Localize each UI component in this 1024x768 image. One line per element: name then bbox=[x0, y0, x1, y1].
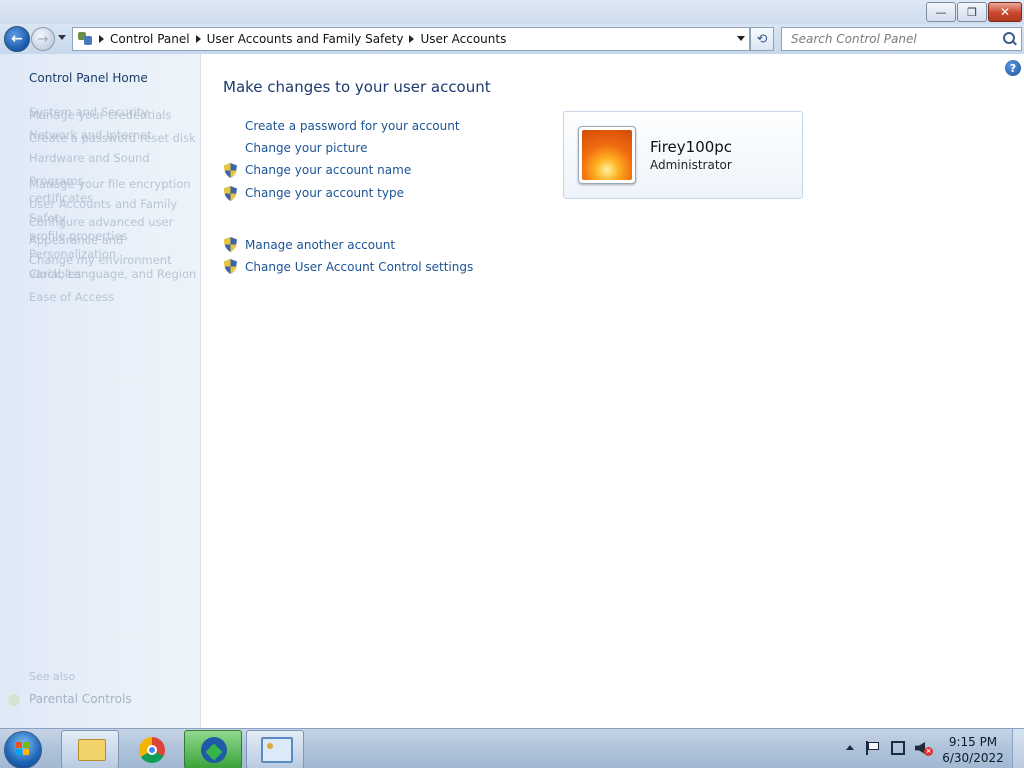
control-panel-home-link[interactable]: Control Panel Home bbox=[29, 71, 148, 85]
minimize-button[interactable]: — bbox=[926, 2, 956, 22]
clock-date[interactable]: 6/30/2022 bbox=[938, 751, 1008, 765]
ghost-link: Manage your file encryption bbox=[29, 177, 191, 191]
taskbar-control-panel-button[interactable] bbox=[246, 730, 304, 768]
taskbar: × 9:15 PM 6/30/2022 bbox=[0, 728, 1024, 768]
address-history-dropdown-icon[interactable] bbox=[737, 36, 745, 41]
title-bar: — ❐ ✕ bbox=[0, 0, 1024, 24]
manage-another-account-link[interactable]: Manage another account bbox=[245, 238, 395, 252]
show-desktop-button[interactable] bbox=[1012, 729, 1024, 768]
breadcrumb-user-accounts[interactable]: User Accounts bbox=[420, 32, 506, 46]
close-button[interactable]: ✕ bbox=[988, 2, 1022, 22]
search-box[interactable] bbox=[781, 27, 1022, 51]
taskbar-chrome-button[interactable] bbox=[122, 730, 180, 768]
uac-shield-icon bbox=[224, 163, 237, 178]
control-panel-icon bbox=[261, 737, 293, 763]
action-center-flag-icon[interactable] bbox=[866, 741, 879, 755]
breadcrumb-separator-icon[interactable] bbox=[99, 35, 104, 43]
forward-arrow-icon: → bbox=[37, 31, 49, 47]
control-panel-icon bbox=[77, 31, 93, 47]
ghost-link: Change my environment bbox=[29, 253, 172, 267]
uac-shield-icon bbox=[224, 259, 237, 274]
volume-muted-icon: × bbox=[924, 747, 933, 756]
ghost-link: Hardware and Sound bbox=[29, 151, 150, 165]
user-account-tile: Firey100pc Administrator bbox=[563, 111, 803, 199]
see-also-heading: See also bbox=[29, 670, 76, 683]
navigation-bar: ← → Control Panel User Accounts and Fami… bbox=[0, 24, 1024, 54]
ghost-link: Clock, Language, and Region bbox=[29, 267, 197, 281]
breadcrumb-separator-icon[interactable] bbox=[409, 35, 415, 43]
user-name: Firey100pc bbox=[650, 138, 733, 156]
refresh-button[interactable]: ⟲ bbox=[750, 27, 774, 51]
user-role: Administrator bbox=[650, 158, 732, 172]
ghost-link: Create a password reset disk bbox=[29, 131, 196, 145]
chrome-icon bbox=[139, 737, 165, 763]
search-icon[interactable] bbox=[1003, 32, 1015, 44]
user-avatar bbox=[578, 126, 636, 184]
taskbar-explorer-button[interactable] bbox=[61, 730, 119, 768]
change-picture-link[interactable]: Change your picture bbox=[245, 141, 367, 155]
clock-time[interactable]: 9:15 PM bbox=[938, 735, 1008, 749]
network-icon[interactable] bbox=[891, 741, 905, 755]
folder-icon bbox=[78, 739, 106, 761]
address-bar[interactable]: Control Panel User Accounts and Family S… bbox=[72, 27, 750, 51]
show-hidden-icons-button[interactable] bbox=[846, 745, 854, 750]
uac-shield-icon bbox=[224, 237, 237, 252]
uac-shield-icon bbox=[224, 186, 237, 201]
help-icon[interactable]: ? bbox=[1005, 60, 1021, 76]
breadcrumb-user-accounts-family-safety[interactable]: User Accounts and Family Safety bbox=[207, 32, 404, 46]
search-input[interactable] bbox=[789, 28, 1003, 50]
taskbar-idm-button[interactable] bbox=[184, 730, 242, 768]
ghost-link: User Accounts and Family bbox=[29, 197, 178, 211]
recent-pages-dropdown[interactable] bbox=[58, 35, 66, 40]
breadcrumb-separator-icon[interactable] bbox=[195, 35, 201, 43]
close-icon: ✕ bbox=[999, 5, 1011, 19]
ghost-link: Ease of Access bbox=[29, 290, 115, 304]
restore-icon: ❐ bbox=[967, 5, 977, 19]
page-title: Make changes to your user account bbox=[223, 78, 491, 96]
change-account-type-link[interactable]: Change your account type bbox=[245, 186, 404, 200]
download-manager-icon bbox=[201, 737, 227, 763]
change-uac-settings-link[interactable]: Change User Account Control settings bbox=[245, 260, 473, 274]
restore-button[interactable]: ❐ bbox=[957, 2, 987, 22]
ghost-link: Configure advanced user bbox=[29, 215, 174, 229]
ghost-link: Manage your credentials bbox=[29, 108, 172, 122]
create-password-link[interactable]: Create a password for your account bbox=[245, 119, 460, 133]
minimize-icon: — bbox=[935, 5, 947, 19]
windows-logo-icon bbox=[16, 742, 30, 756]
forward-button[interactable]: → bbox=[31, 27, 55, 51]
left-task-pane: Control Panel Home System and Security M… bbox=[0, 54, 201, 728]
ghost-link: Appearance and bbox=[29, 233, 124, 247]
back-arrow-icon: ← bbox=[11, 31, 23, 47]
start-button[interactable] bbox=[4, 731, 42, 768]
change-account-name-link[interactable]: Change your account name bbox=[245, 163, 411, 177]
flower-picture-icon bbox=[582, 130, 632, 180]
back-button[interactable]: ← bbox=[4, 26, 30, 52]
parental-controls-link[interactable]: Parental Controls bbox=[29, 692, 132, 706]
breadcrumb-control-panel[interactable]: Control Panel bbox=[110, 32, 190, 46]
refresh-icon: ⟲ bbox=[756, 31, 768, 47]
parental-controls-icon bbox=[8, 694, 20, 706]
